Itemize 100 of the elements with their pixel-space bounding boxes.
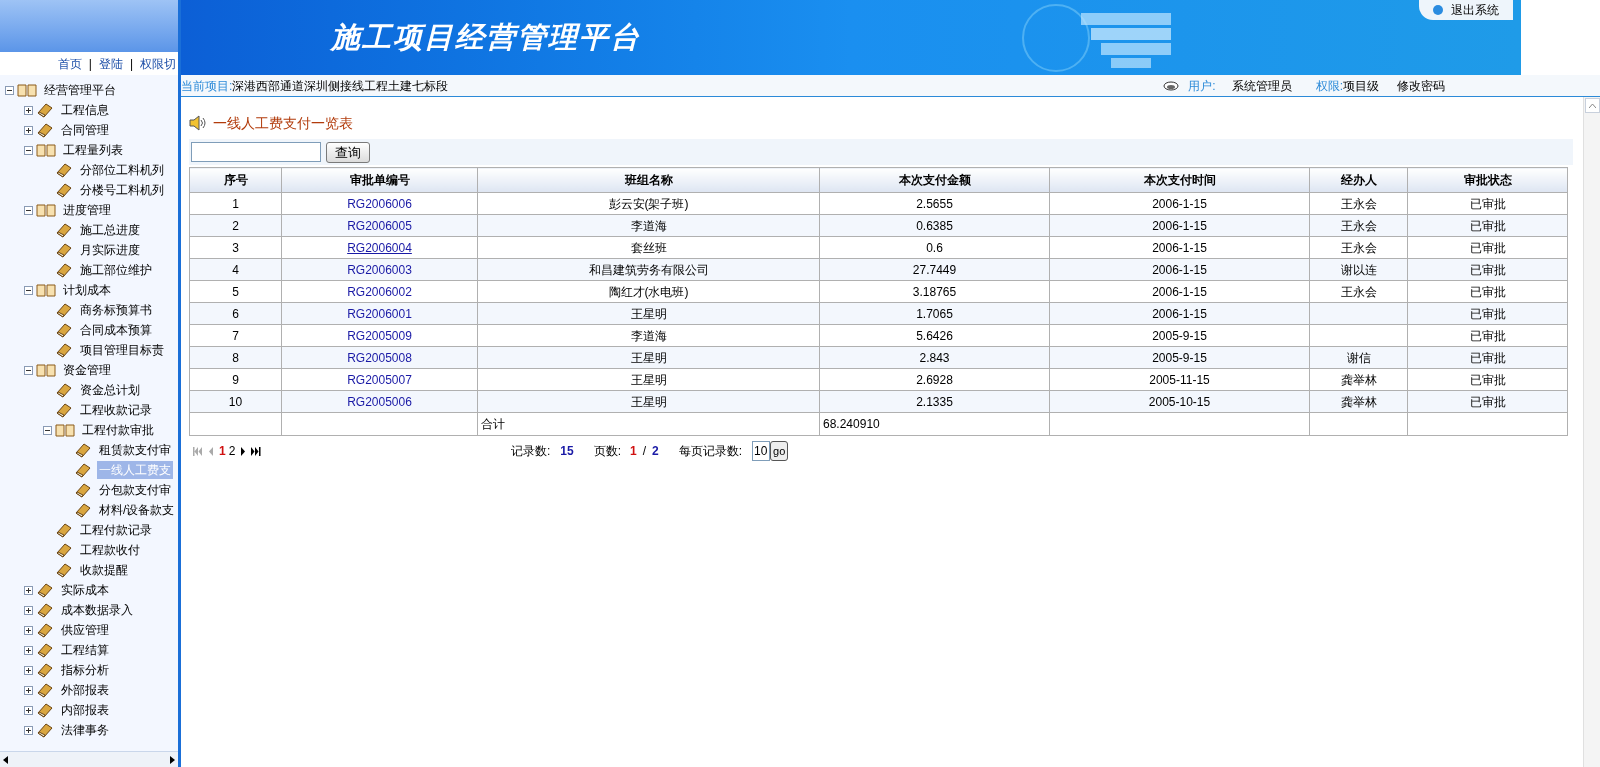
table-cell: 彭云安(架子班) (477, 192, 820, 215)
expand-icon[interactable] (24, 625, 33, 635)
table-cell: 2005-10-15 (1049, 390, 1310, 413)
tree-item[interactable]: 指标分析 (59, 661, 111, 679)
tree-item[interactable]: 成本数据录入 (59, 601, 135, 619)
expand-icon[interactable] (24, 125, 33, 135)
expand-icon[interactable] (24, 645, 33, 655)
logout-button[interactable]: 退出系统 (1419, 0, 1513, 20)
tree-item[interactable]: 施工部位维护 (78, 261, 154, 279)
table-cell: 已审批 (1407, 390, 1568, 413)
open-book-icon (17, 83, 37, 97)
tree-item[interactable]: 工程收款记录 (78, 401, 154, 419)
table-cell: 2.1335 (819, 390, 1050, 413)
table-cell: 2005-9-15 (1049, 324, 1310, 347)
tree-item[interactable]: 进度管理 (61, 201, 113, 219)
tree-item[interactable]: 工程付款审批 (80, 421, 156, 439)
table-cell: 2.843 (819, 346, 1050, 369)
scroll-left-icon[interactable] (3, 755, 9, 764)
tree-item[interactable]: 材料/设备款支 (97, 501, 177, 519)
page-title: 一线人工费支付一览表 (213, 113, 353, 133)
collapse-icon[interactable] (5, 85, 14, 95)
table-cell: 3 (189, 236, 282, 259)
table-cell: 1 (189, 192, 282, 215)
table-cell: 李道海 (477, 324, 820, 347)
book-icon (74, 502, 92, 518)
expand-icon[interactable] (24, 665, 33, 675)
last-page-icon[interactable] (251, 446, 262, 456)
tree-item[interactable]: 资金总计划 (78, 381, 142, 399)
expand-icon[interactable] (24, 105, 33, 115)
table-cell: 5.6426 (819, 324, 1050, 347)
tree-item[interactable]: 工程结算 (59, 641, 111, 659)
collapse-icon[interactable] (24, 145, 33, 155)
expand-icon[interactable] (24, 685, 33, 695)
tree-item[interactable]: 工程款收付 (78, 541, 142, 559)
globe-icon (1433, 5, 1443, 15)
book-icon (36, 702, 54, 718)
tree-item[interactable]: 收款提醒 (78, 561, 130, 579)
table-cell: 27.7449 (819, 258, 1050, 281)
book-icon (55, 182, 73, 198)
table-cell: 0.6 (819, 236, 1050, 259)
column-header: 序号 (189, 167, 282, 193)
tree-item[interactable]: 项目管理目标责 (78, 341, 166, 359)
tree-item[interactable]: 内部报表 (59, 701, 111, 719)
tree-item[interactable]: 经营管理平台 (42, 81, 118, 99)
collapse-icon[interactable] (24, 205, 33, 215)
search-field[interactable] (191, 142, 321, 162)
collapse-icon[interactable] (43, 425, 52, 435)
table-cell: 2006-1-15 (1049, 302, 1310, 325)
table-cell: 已审批 (1407, 236, 1568, 259)
tree-item[interactable]: 合同管理 (59, 121, 111, 139)
book-icon (36, 602, 54, 618)
page-link[interactable]: 1 (219, 442, 226, 460)
tree-item[interactable]: 外部报表 (59, 681, 111, 699)
tree-item[interactable]: 计划成本 (61, 281, 113, 299)
tree-item[interactable]: 商务标预算书 (78, 301, 154, 319)
pages-label: 页数: (593, 443, 622, 460)
tree-item[interactable]: 分部位工料机列 (78, 161, 166, 179)
sidebar-link[interactable]: 登陆 (98, 54, 123, 73)
expand-icon[interactable] (24, 725, 33, 735)
page-link[interactable]: 2 (228, 442, 236, 460)
expand-icon[interactable] (24, 705, 33, 715)
change-password-link[interactable]: 修改密码 (1397, 76, 1445, 95)
tree-item[interactable]: 法律事务 (59, 721, 111, 739)
collapse-icon[interactable] (24, 285, 33, 295)
tree-item[interactable]: 实际成本 (59, 581, 111, 599)
tree-item[interactable]: 工程信息 (59, 101, 111, 119)
horizontal-scrollbar[interactable] (0, 751, 178, 767)
tree-item[interactable]: 工程量列表 (61, 141, 125, 159)
tree-item[interactable]: 工程付款记录 (78, 521, 154, 539)
records-label: 记录数: (511, 443, 551, 460)
table-cell: 2005-9-15 (1049, 346, 1310, 369)
tree-item[interactable]: 施工总进度 (78, 221, 142, 239)
tree-item[interactable]: 月实际进度 (78, 241, 142, 259)
tree-item[interactable]: 供应管理 (59, 621, 111, 639)
go-button[interactable]: go (770, 441, 789, 461)
tree-item[interactable]: 分包款支付审 (97, 481, 173, 499)
table-cell: 2005-11-15 (1049, 368, 1310, 391)
per-page-field[interactable]: 10 (752, 441, 771, 461)
sidebar-link[interactable]: 权限切 (140, 54, 176, 73)
total-pages: 2 (652, 443, 659, 460)
scroll-right-icon[interactable] (169, 755, 175, 764)
book-icon (55, 402, 73, 418)
table-cell: 2.5655 (819, 192, 1050, 215)
column-header: 本次支付时间 (1049, 167, 1310, 193)
book-icon (36, 102, 54, 118)
book-icon (36, 582, 54, 598)
book-icon (55, 382, 73, 398)
sidebar-link[interactable]: 首页 (57, 54, 82, 73)
collapse-icon[interactable] (24, 365, 33, 375)
tree-item[interactable]: 租赁款支付审 (97, 441, 173, 459)
column-header: 经办人 (1309, 167, 1408, 193)
book-icon (36, 682, 54, 698)
tree-item[interactable]: 合同成本预算 (78, 321, 154, 339)
expand-icon[interactable] (24, 605, 33, 615)
vertical-scrollbar[interactable] (1583, 97, 1600, 767)
expand-icon[interactable] (24, 585, 33, 595)
tree-item[interactable]: 分楼号工料机列 (78, 181, 166, 199)
search-button[interactable]: 查询 (326, 141, 370, 163)
book-icon (55, 262, 73, 278)
tree-item[interactable]: 资金管理 (61, 361, 113, 379)
